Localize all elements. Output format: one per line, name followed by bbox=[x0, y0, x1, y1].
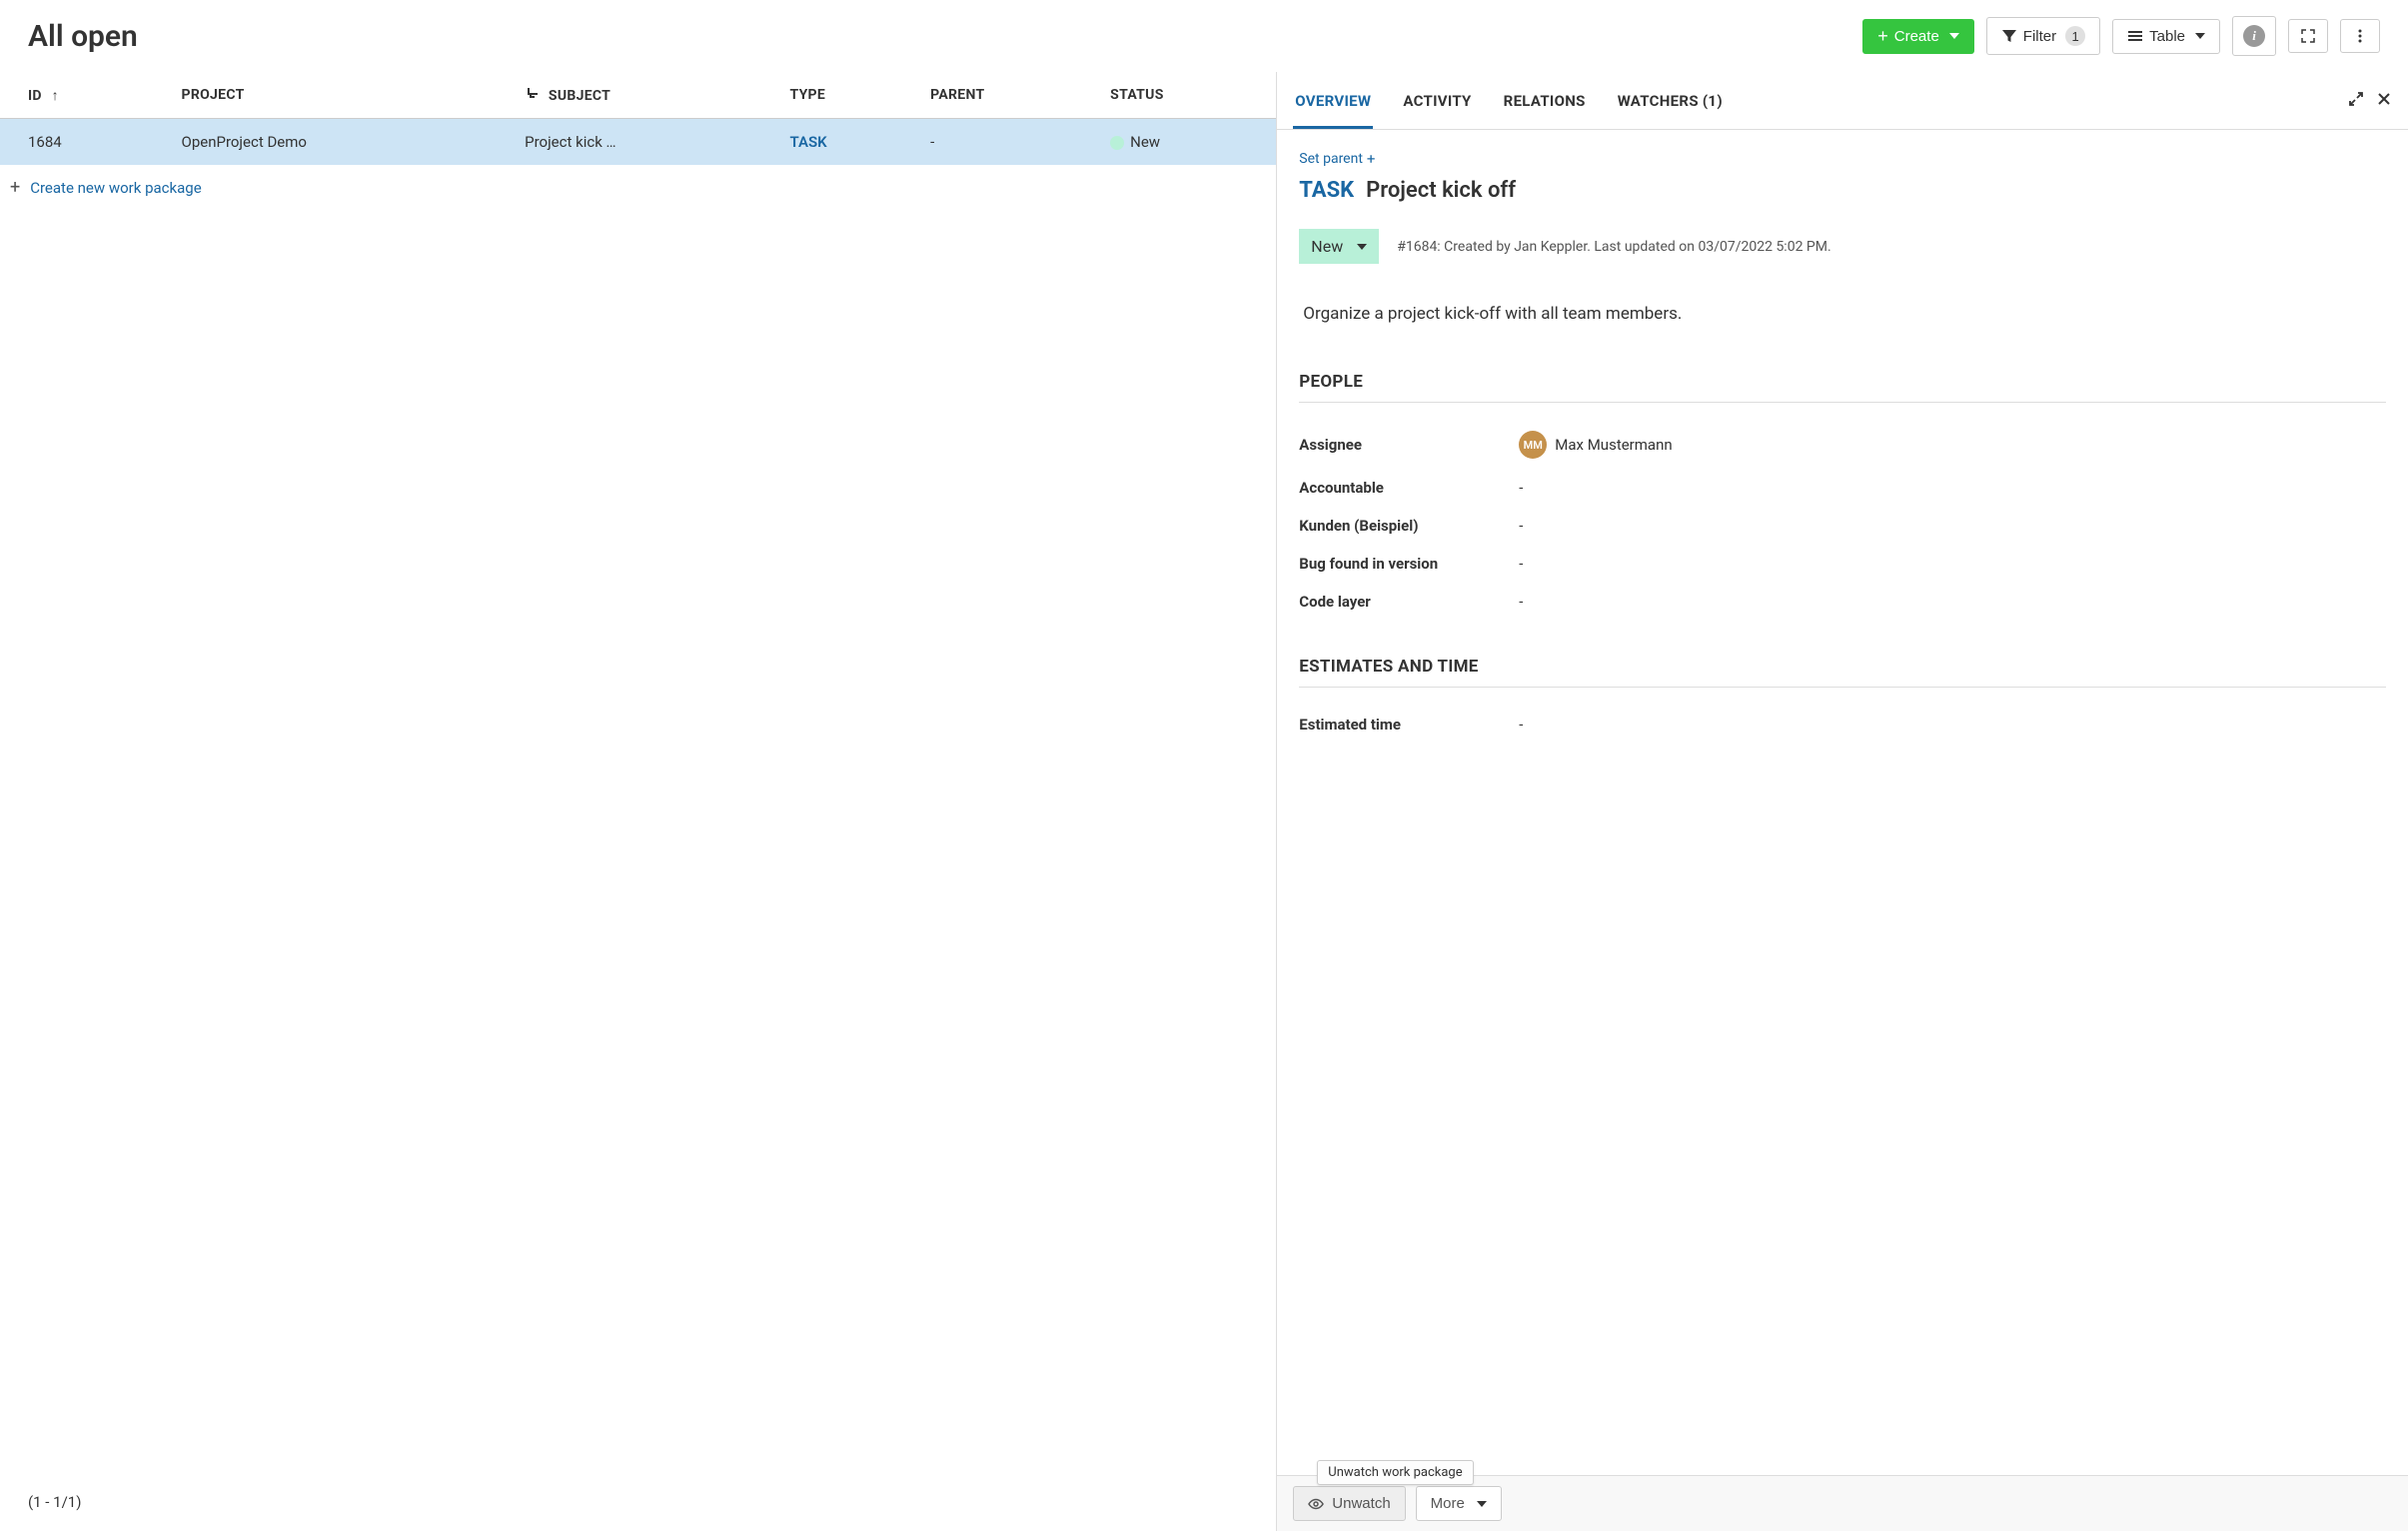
unwatch-tooltip: Unwatch work package bbox=[1317, 1460, 1473, 1485]
hierarchy-icon bbox=[525, 86, 541, 102]
column-header-status[interactable]: STATUS bbox=[1098, 72, 1276, 119]
cell-id: 1684 bbox=[0, 119, 170, 166]
section-people-header: PEOPLE bbox=[1299, 372, 2386, 403]
plus-icon: + bbox=[10, 177, 20, 198]
field-value-code-layer[interactable]: - bbox=[1519, 593, 2386, 611]
tab-activity[interactable]: ACTIVITY bbox=[1401, 72, 1473, 129]
cell-subject: Project kick … bbox=[513, 119, 777, 166]
close-icon bbox=[2376, 91, 2392, 107]
filter-icon bbox=[2001, 28, 2017, 44]
kebab-icon bbox=[2352, 28, 2368, 44]
table-icon bbox=[2127, 28, 2143, 44]
plus-icon: + bbox=[1367, 150, 1376, 168]
field-value-kunden[interactable]: - bbox=[1519, 517, 2386, 535]
caret-down-icon bbox=[1949, 33, 1959, 39]
cell-parent: - bbox=[918, 119, 1098, 166]
tab-watchers[interactable]: WATCHERS (1) bbox=[1616, 72, 1725, 129]
view-label: Table bbox=[2149, 28, 2185, 45]
field-value-assignee[interactable]: MM Max Mustermann bbox=[1519, 431, 2386, 459]
filter-button[interactable]: Filter 1 bbox=[1986, 17, 2100, 55]
unwatch-label: Unwatch bbox=[1332, 1495, 1390, 1512]
expand-icon bbox=[2300, 28, 2316, 44]
create-label: Create bbox=[1894, 28, 1939, 45]
view-switcher-button[interactable]: Table bbox=[2112, 19, 2220, 54]
caret-down-icon bbox=[1477, 1501, 1487, 1507]
expand-detail-button[interactable] bbox=[2348, 91, 2364, 111]
info-icon: i bbox=[2243, 25, 2265, 47]
set-parent-link[interactable]: Set parent + bbox=[1299, 150, 1375, 168]
unwatch-button[interactable]: Unwatch bbox=[1293, 1486, 1405, 1521]
pagination-info: (1 - 1/1) bbox=[28, 1493, 81, 1511]
more-menu-button[interactable] bbox=[2340, 19, 2380, 53]
work-package-meta: #1684: Created by Jan Keppler. Last upda… bbox=[1397, 239, 1830, 255]
filter-label: Filter bbox=[2023, 28, 2056, 45]
cell-type: TASK bbox=[778, 119, 919, 166]
plus-icon: + bbox=[1877, 29, 1888, 43]
cell-project: OpenProject Demo bbox=[170, 119, 514, 166]
detail-type: TASK bbox=[1299, 178, 1354, 203]
field-label-bug-version: Bug found in version bbox=[1299, 555, 1519, 573]
close-detail-button[interactable] bbox=[2376, 91, 2392, 111]
create-work-package-link[interactable]: + Create new work package bbox=[0, 165, 1276, 210]
filter-count-badge: 1 bbox=[2065, 26, 2085, 46]
more-label: More bbox=[1431, 1495, 1465, 1512]
detail-title[interactable]: Project kick off bbox=[1366, 178, 1516, 203]
column-header-type[interactable]: TYPE bbox=[778, 72, 919, 119]
field-label-kunden: Kunden (Beispiel) bbox=[1299, 517, 1519, 535]
field-value-bug-version[interactable]: - bbox=[1519, 555, 2386, 573]
col-id-label: ID bbox=[28, 88, 42, 104]
field-value-accountable[interactable]: - bbox=[1519, 479, 2386, 497]
field-value-estimated-time[interactable]: - bbox=[1519, 716, 2386, 734]
expand-arrows-icon bbox=[2348, 91, 2364, 107]
info-button[interactable]: i bbox=[2232, 16, 2276, 56]
caret-down-icon bbox=[2195, 33, 2205, 39]
field-label-code-layer: Code layer bbox=[1299, 593, 1519, 611]
column-header-subject[interactable]: SUBJECT bbox=[513, 72, 777, 119]
eye-icon bbox=[1308, 1496, 1324, 1512]
avatar: MM bbox=[1519, 431, 1547, 459]
field-label-estimated-time: Estimated time bbox=[1299, 716, 1519, 734]
more-actions-button[interactable]: More bbox=[1416, 1486, 1502, 1521]
fullscreen-button[interactable] bbox=[2288, 19, 2328, 53]
status-dot-icon bbox=[1110, 136, 1124, 150]
cell-status: New bbox=[1098, 119, 1276, 166]
table-row[interactable]: 1684 OpenProject Demo Project kick … TAS… bbox=[0, 119, 1276, 166]
field-label-assignee: Assignee bbox=[1299, 436, 1519, 454]
work-package-table: ID ↑ PROJECT SUBJECT TYPE PARENT STATUS bbox=[0, 72, 1276, 165]
column-header-id[interactable]: ID ↑ bbox=[0, 72, 170, 119]
section-estimates-header: ESTIMATES AND TIME bbox=[1299, 657, 2386, 688]
status-label: New bbox=[1311, 237, 1343, 256]
assignee-name: Max Mustermann bbox=[1555, 436, 1672, 454]
sort-ascending-icon: ↑ bbox=[52, 87, 59, 104]
tab-overview[interactable]: OVERVIEW bbox=[1293, 72, 1373, 129]
column-header-parent[interactable]: PARENT bbox=[918, 72, 1098, 119]
tab-relations[interactable]: RELATIONS bbox=[1502, 72, 1588, 129]
col-subject-label: SUBJECT bbox=[549, 88, 610, 104]
create-label: Create new work package bbox=[30, 179, 201, 197]
description-text[interactable]: Organize a project kick-off with all tea… bbox=[1299, 304, 2386, 324]
field-label-accountable: Accountable bbox=[1299, 479, 1519, 497]
create-button[interactable]: + Create bbox=[1862, 19, 1974, 54]
status-dropdown[interactable]: New bbox=[1299, 229, 1379, 264]
column-header-project[interactable]: PROJECT bbox=[170, 72, 514, 119]
caret-down-icon bbox=[1357, 244, 1367, 250]
set-parent-label: Set parent bbox=[1299, 151, 1363, 167]
page-title: All open bbox=[28, 19, 1850, 54]
